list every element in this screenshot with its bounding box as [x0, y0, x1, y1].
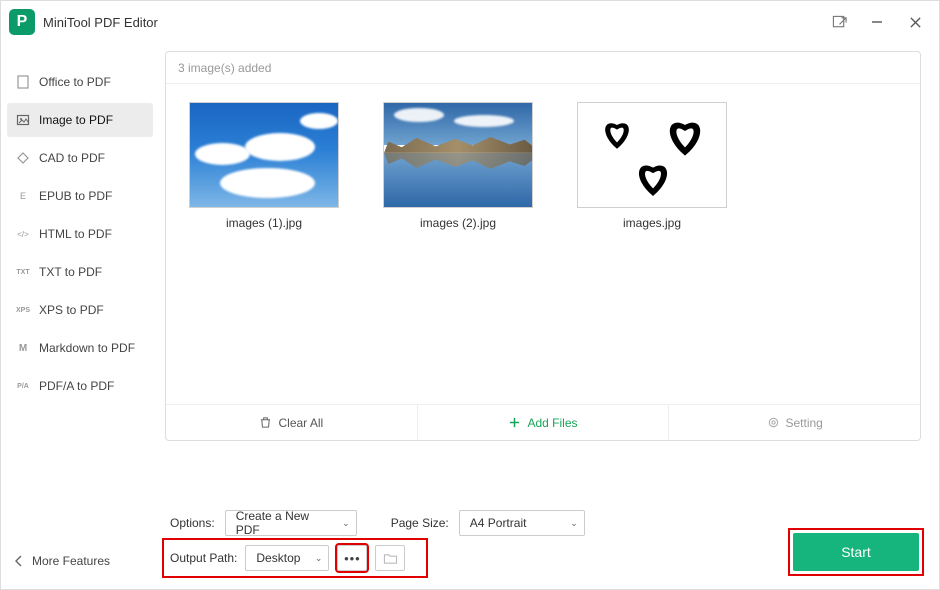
sidebar: Office to PDF Image to PDF CAD to PDF E … [1, 43, 159, 533]
app-logo: P [9, 9, 35, 35]
image-icon [15, 112, 31, 128]
minimize-icon[interactable] [869, 14, 885, 30]
start-button[interactable]: Start [793, 533, 919, 571]
start-label: Start [841, 544, 871, 560]
sidebar-item-txt[interactable]: TXT TXT to PDF [7, 255, 153, 289]
page-size-label: Page Size: [391, 516, 449, 530]
cad-icon [15, 150, 31, 166]
file-thumbnail [577, 102, 727, 208]
browse-path-button[interactable]: ••• [337, 545, 367, 571]
sidebar-item-pdfa[interactable]: P/A PDF/A to PDF [7, 369, 153, 403]
open-folder-button[interactable] [375, 545, 405, 571]
markdown-icon: M [15, 340, 31, 356]
sidebar-item-image[interactable]: Image to PDF [7, 103, 153, 137]
sidebar-item-label: Office to PDF [39, 75, 111, 89]
html-icon: </> [15, 226, 31, 242]
sidebar-item-label: HTML to PDF [39, 227, 112, 241]
open-external-icon[interactable] [831, 14, 847, 30]
xps-icon: XPS [15, 302, 31, 318]
more-features-link[interactable]: More Features [14, 554, 110, 568]
add-files-button[interactable]: Add Files [418, 405, 670, 440]
plus-icon [508, 416, 521, 429]
trash-icon [259, 416, 272, 429]
sidebar-item-label: PDF/A to PDF [39, 379, 114, 393]
output-path-label: Output Path: [170, 551, 237, 565]
file-name: images (1).jpg [184, 216, 344, 230]
sidebar-item-label: TXT to PDF [39, 265, 102, 279]
close-icon[interactable] [907, 14, 923, 30]
clear-all-label: Clear All [278, 416, 323, 430]
clear-all-button[interactable]: Clear All [166, 405, 418, 440]
chevron-left-icon [14, 555, 24, 567]
sidebar-item-office[interactable]: Office to PDF [7, 65, 153, 99]
txt-icon: TXT [15, 264, 31, 280]
setting-label: Setting [786, 416, 823, 430]
folder-icon [383, 552, 398, 565]
file-item[interactable]: images.jpg [572, 102, 732, 386]
gear-icon [767, 416, 780, 429]
sidebar-item-label: EPUB to PDF [39, 189, 112, 203]
page-size-select[interactable]: A4 Portrait ⌄ [459, 510, 585, 536]
sidebar-item-xps[interactable]: XPS XPS to PDF [7, 293, 153, 327]
file-name: images (2).jpg [378, 216, 538, 230]
sidebar-item-label: Image to PDF [39, 113, 113, 127]
thumbnail-grid: images (1).jpg images (2).jpg [166, 84, 920, 404]
sidebar-item-epub[interactable]: E EPUB to PDF [7, 179, 153, 213]
office-icon [15, 74, 31, 90]
titlebar: P MiniTool PDF Editor [1, 1, 939, 43]
app-title: MiniTool PDF Editor [43, 15, 831, 30]
sidebar-item-markdown[interactable]: M Markdown to PDF [7, 331, 153, 365]
sidebar-item-cad[interactable]: CAD to PDF [7, 141, 153, 175]
page-size-value: A4 Portrait [470, 516, 562, 530]
chevron-down-icon: ⌄ [315, 553, 323, 564]
sidebar-item-label: CAD to PDF [39, 151, 105, 165]
output-path-value: Desktop [256, 551, 306, 565]
file-thumbnail [189, 102, 339, 208]
more-features-label: More Features [32, 554, 110, 568]
sidebar-item-label: XPS to PDF [39, 303, 104, 317]
sidebar-item-html[interactable]: </> HTML to PDF [7, 217, 153, 251]
setting-button[interactable]: Setting [669, 405, 920, 440]
sidebar-item-label: Markdown to PDF [39, 341, 135, 355]
chevron-down-icon: ⌄ [342, 518, 350, 529]
options-select[interactable]: Create a New PDF ⌄ [225, 510, 357, 536]
file-item[interactable]: images (1).jpg [184, 102, 344, 386]
add-files-label: Add Files [527, 416, 577, 430]
chevron-down-icon: ⌄ [570, 518, 578, 529]
output-path-group: Output Path: Desktop ⌄ ••• [164, 540, 426, 576]
file-item[interactable]: images (2).jpg [378, 102, 538, 386]
file-name: images.jpg [572, 216, 732, 230]
epub-icon: E [15, 188, 31, 204]
file-panel: 3 image(s) added images (1).jpg [165, 51, 921, 441]
options-value: Create a New PDF [236, 509, 334, 537]
output-path-select[interactable]: Desktop ⌄ [245, 545, 329, 571]
options-label: Options: [170, 516, 215, 530]
file-thumbnail [383, 102, 533, 208]
panel-summary: 3 image(s) added [166, 52, 920, 84]
more-icon: ••• [344, 552, 361, 565]
pdfa-icon: P/A [15, 378, 31, 394]
